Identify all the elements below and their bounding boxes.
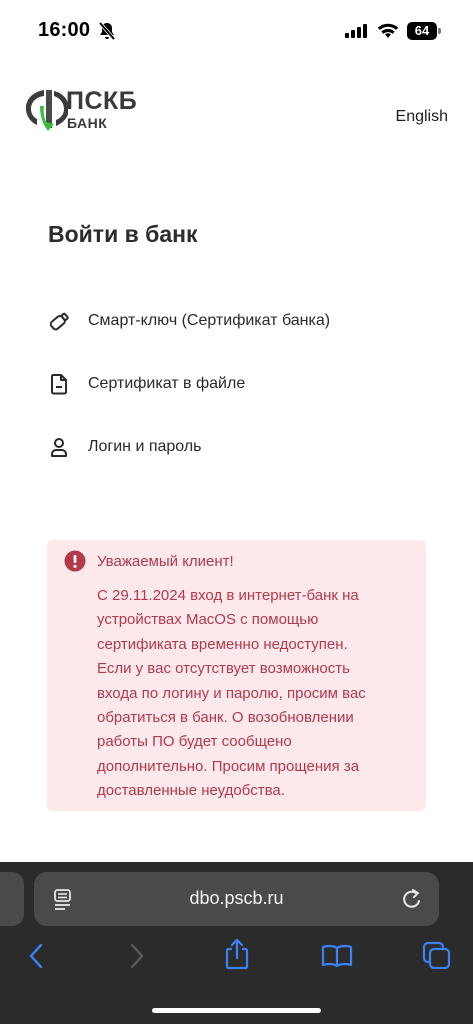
previous-tab-preview[interactable] xyxy=(0,872,24,926)
notice-line: обратиться в банк. О возобновлении xyxy=(97,709,354,727)
notice-body: С 29.11.2024 вход в интернет-банк на уст… xyxy=(97,584,415,804)
notice-alert: Уважаемый клиент! С 29.11.2024 вход в ин… xyxy=(47,540,426,811)
login-option-label: Сертификат в файле xyxy=(88,375,246,392)
logo-text: ПСКБ xyxy=(66,87,138,115)
login-option-login-password[interactable]: Логин и пароль xyxy=(46,431,406,463)
bell-muted-icon xyxy=(98,21,116,46)
user-icon xyxy=(46,434,72,460)
tabs-icon[interactable] xyxy=(422,941,452,974)
logo-subtext: БАНК xyxy=(67,115,108,131)
notice-heading: Уважаемый клиент! xyxy=(97,553,234,570)
language-switch-link[interactable]: English xyxy=(396,108,448,126)
url-text[interactable]: dbo.pscb.ru xyxy=(34,888,439,909)
notice-line: дополнительно. Просим прощения за xyxy=(97,757,360,775)
wifi-icon xyxy=(377,22,399,44)
battery-icon: 64 xyxy=(407,22,441,40)
notice-line: С 29.11.2024 вход в интернет-банк на xyxy=(97,587,359,604)
login-option-label: Логин и пароль xyxy=(88,438,202,455)
bookmarks-icon[interactable] xyxy=(321,944,353,973)
bank-logo-icon xyxy=(25,90,68,131)
share-icon[interactable] xyxy=(224,938,250,975)
login-option-smart-key[interactable]: Смарт-ключ (Сертификат банка) xyxy=(46,305,406,337)
notice-line: входа по логину и паролю, просим вас xyxy=(97,684,366,702)
status-bar: 16:00 64 xyxy=(0,0,473,62)
battery-level: 64 xyxy=(407,22,437,40)
notice-line: Если у вас отсутствует возможность xyxy=(97,660,350,678)
reload-icon[interactable] xyxy=(401,887,423,916)
back-icon[interactable] xyxy=(27,942,45,975)
login-option-file-certificate[interactable]: Сертификат в файле xyxy=(46,368,406,400)
page-title: Войти в банк xyxy=(48,221,198,247)
cellular-signal-icon xyxy=(345,24,369,43)
login-option-label: Смарт-ключ (Сертификат банка) xyxy=(88,312,331,329)
address-bar[interactable]: dbo.pscb.ru xyxy=(34,872,439,926)
notice-line: сертификата временно недоступен. xyxy=(97,635,348,653)
notice-line: работы ПО будет сообщено xyxy=(97,733,292,751)
notice-line: устройствах MacOS с помощью xyxy=(97,611,319,629)
browser-toolbar: dbo.pscb.ru xyxy=(0,862,473,1024)
forward-icon[interactable] xyxy=(128,942,146,975)
home-indicator[interactable] xyxy=(152,1008,321,1013)
status-time: 16:00 xyxy=(38,19,91,41)
alert-circle-icon xyxy=(64,550,86,577)
bank-logo[interactable]: ПСКБ БАНК xyxy=(24,84,144,136)
file-icon xyxy=(46,371,72,397)
notice-line: доставленные неудобства. xyxy=(97,782,285,800)
usb-key-icon xyxy=(46,308,72,334)
